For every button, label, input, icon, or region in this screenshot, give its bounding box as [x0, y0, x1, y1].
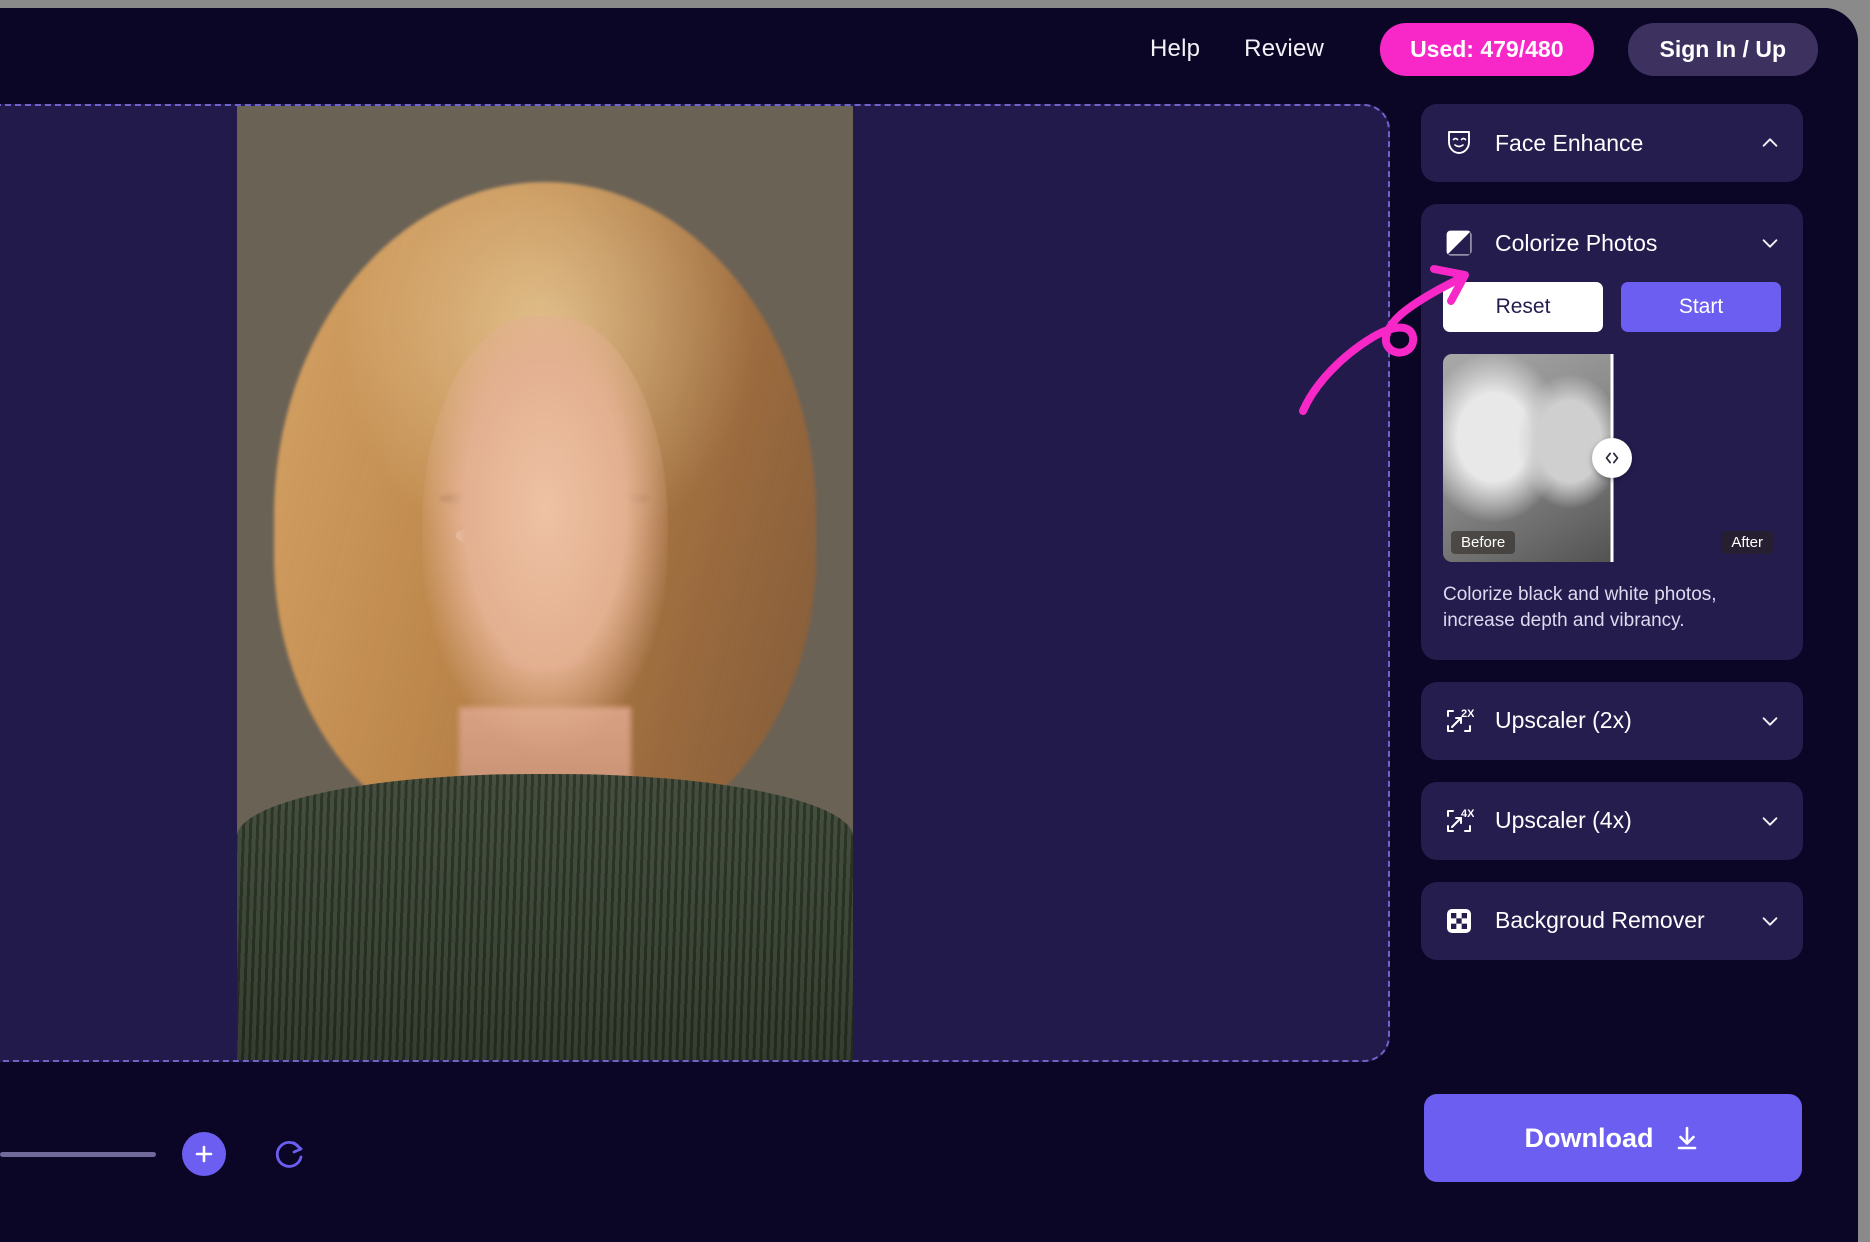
chevron-down-icon[interactable] [1759, 710, 1781, 732]
reset-button[interactable]: Reset [1443, 282, 1603, 332]
download-label: Download [1524, 1122, 1654, 1153]
redo-button[interactable] [270, 1135, 308, 1173]
smiling-face-icon [1443, 127, 1475, 159]
panel-background-remover[interactable]: Backgroud Remover [1421, 881, 1803, 960]
bottom-toolbar [0, 1094, 1390, 1214]
chevron-down-icon[interactable] [1759, 910, 1781, 932]
photo-left-eye [455, 525, 502, 545]
panel-colorize-photos-header[interactable]: Colorize Photos [1421, 204, 1803, 282]
zoom-slider[interactable] [0, 1151, 156, 1157]
checkerboard-icon [1443, 905, 1475, 937]
chevron-up-icon[interactable] [1759, 132, 1781, 154]
diagonal-split-square-icon [1443, 227, 1475, 259]
app-window: Help Review Used: 479/480 Sign In / Up F… [0, 8, 1858, 1242]
panel-background-remover-header[interactable]: Backgroud Remover [1421, 882, 1803, 960]
photo-sweater [237, 773, 853, 1060]
portrait-photo [237, 106, 853, 1060]
panel-face-enhance[interactable]: Face Enhance [1421, 104, 1803, 182]
sign-in-up-button[interactable]: Sign In / Up [1627, 22, 1818, 76]
colorize-description: Colorize black and white photos, increas… [1443, 584, 1717, 631]
left-right-chevrons-icon [1605, 452, 1619, 464]
chevron-down-icon[interactable] [1759, 232, 1781, 254]
after-label: After [1721, 531, 1773, 554]
panel-background-remover-label: Backgroud Remover [1495, 907, 1705, 934]
download-button[interactable]: Download [1424, 1094, 1802, 1182]
panel-upscaler-4x-header[interactable]: 4X Upscaler (4x) [1421, 782, 1803, 860]
panel-face-enhance-label: Face Enhance [1495, 129, 1644, 156]
photo-right-brow [563, 492, 650, 506]
photo-lips [501, 640, 586, 673]
start-button[interactable]: Start [1621, 282, 1781, 332]
upscale-2x-icon: 2X [1443, 705, 1475, 737]
panel-colorize-photos-label: Colorize Photos [1495, 229, 1658, 256]
image-canvas[interactable] [0, 104, 1390, 1062]
panel-face-enhance-header[interactable]: Face Enhance [1421, 104, 1803, 182]
before-after-handle[interactable] [1592, 438, 1632, 478]
svg-text:4X: 4X [1461, 808, 1474, 820]
photo-right-eye [575, 525, 622, 545]
panel-colorize-photos-body: Reset Start Before After Colorize black … [1421, 282, 1803, 660]
colorize-action-buttons: Reset Start [1443, 282, 1781, 332]
panel-colorize-photos[interactable]: Colorize Photos Reset Start Before After… [1421, 204, 1803, 660]
panel-upscaler-2x-header[interactable]: 2X Upscaler (2x) [1421, 682, 1803, 760]
plus-icon [195, 1145, 213, 1163]
panel-upscaler-4x-label: Upscaler (4x) [1495, 807, 1632, 834]
usage-badge[interactable]: Used: 479/480 [1380, 22, 1594, 76]
top-header: Help Review Used: 479/480 Sign In / Up [0, 8, 1858, 90]
help-link[interactable]: Help [1128, 27, 1222, 71]
photo-frame[interactable] [237, 106, 853, 1060]
panel-upscaler-4x[interactable]: 4X Upscaler (4x) [1421, 781, 1803, 860]
panel-upscaler-2x[interactable]: 2X Upscaler (2x) [1421, 681, 1803, 760]
tools-sidebar: Face Enhance Colorize Photos Reset Start… [1421, 104, 1803, 982]
redo-icon [275, 1141, 303, 1168]
svg-text:2X: 2X [1461, 708, 1474, 720]
upscale-4x-icon: 4X [1443, 805, 1475, 837]
download-arrow-icon [1677, 1126, 1696, 1150]
photo-nose [529, 563, 564, 608]
before-after-preview[interactable]: Before After [1443, 354, 1781, 562]
panel-upscaler-2x-label: Upscaler (2x) [1495, 707, 1632, 734]
review-link[interactable]: Review [1222, 27, 1346, 71]
photo-left-brow [440, 492, 527, 506]
add-image-button[interactable] [182, 1132, 226, 1176]
chevron-down-icon[interactable] [1759, 810, 1781, 832]
before-label: Before [1451, 531, 1516, 554]
